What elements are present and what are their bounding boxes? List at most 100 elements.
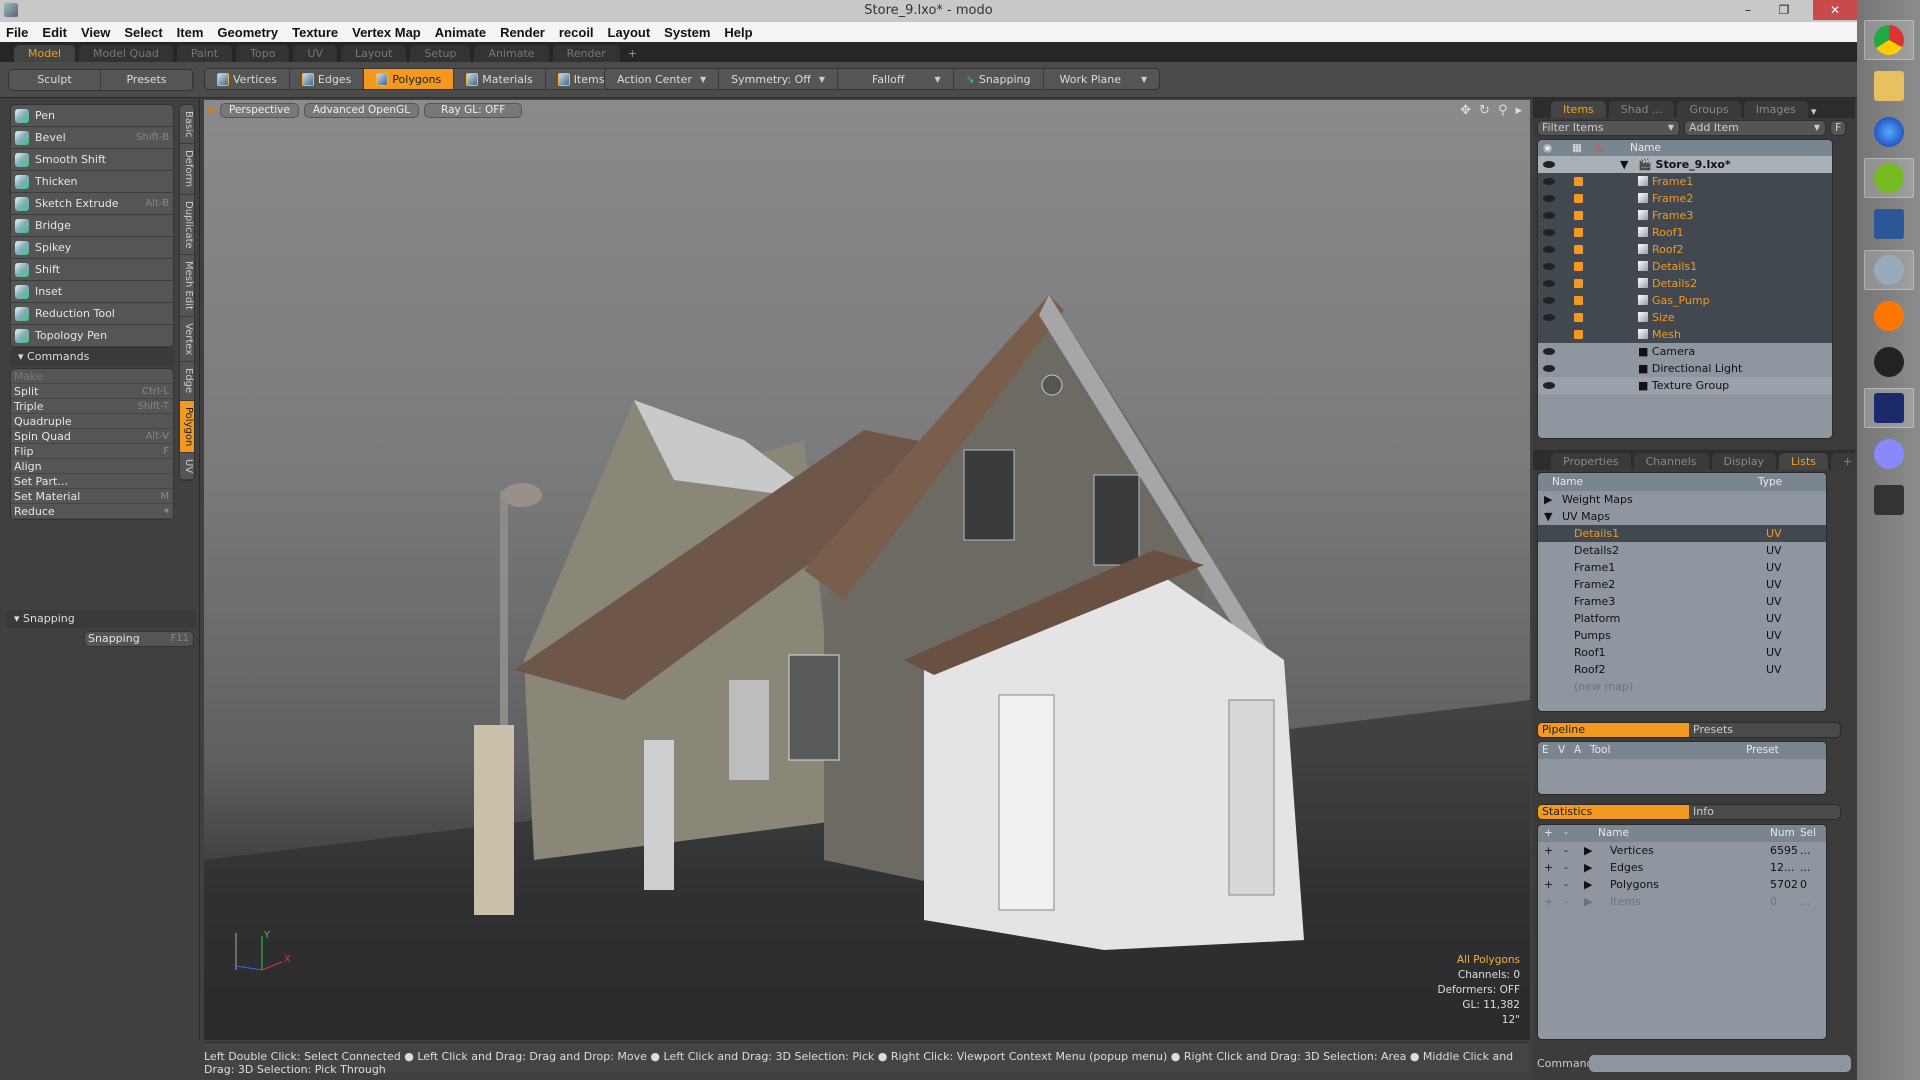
lock-icon[interactable] bbox=[1574, 211, 1583, 220]
tool-bevel[interactable]: Bevel Shift-B bbox=[11, 127, 173, 149]
menu-view[interactable]: View bbox=[81, 25, 110, 40]
taskbar-button[interactable] bbox=[1864, 480, 1914, 520]
taskbar-button[interactable] bbox=[1863, 20, 1914, 60]
taskbar-button[interactable] bbox=[1864, 434, 1914, 474]
lock-icon[interactable] bbox=[1574, 245, 1583, 254]
remove-selection-button[interactable]: - bbox=[1564, 859, 1568, 876]
3d-viewport[interactable]: Y X Perspective Advanced OpenGL Ray GL: … bbox=[204, 100, 1530, 1040]
menu-layout[interactable]: Layout bbox=[608, 25, 651, 40]
category-tab-edge[interactable]: Edge bbox=[180, 362, 194, 401]
more-tabs-chevron-icon[interactable]: ▾ bbox=[1811, 105, 1817, 118]
add-item-dropdown[interactable]: Add Item ▼ bbox=[1684, 120, 1826, 136]
taskbar-button[interactable] bbox=[1864, 112, 1914, 152]
tool-thicken[interactable]: Thicken bbox=[11, 171, 173, 193]
scene-item-row[interactable]: ■ Camera bbox=[1538, 343, 1832, 360]
add-layout-tab-button[interactable]: + bbox=[624, 45, 641, 62]
layout-tab-topo[interactable]: Topo bbox=[236, 45, 290, 62]
uv-map-row[interactable]: Roof2 UV bbox=[1538, 661, 1826, 678]
layout-tab-setup[interactable]: Setup bbox=[410, 45, 471, 62]
add-selection-button[interactable]: + bbox=[1544, 859, 1553, 876]
snapping-header[interactable]: ▾ Snapping bbox=[6, 610, 196, 628]
lock-icon[interactable] bbox=[1574, 330, 1583, 339]
statistics-row[interactable]: + - ▶ Items 0... bbox=[1538, 893, 1826, 910]
menu-help[interactable]: Help bbox=[724, 25, 752, 40]
add-selection-button[interactable]: + bbox=[1544, 842, 1553, 859]
uv-map-row[interactable]: Details1 UV bbox=[1538, 525, 1826, 542]
command-triple[interactable]: Triple Shift-T bbox=[11, 399, 173, 414]
mesh-item-row[interactable]: Details1 bbox=[1538, 258, 1832, 275]
scene-item-row[interactable]: ■ Directional Light bbox=[1538, 360, 1832, 377]
action-center-dropdown[interactable]: Action Center ▼ bbox=[605, 69, 720, 89]
mesh-item-row[interactable]: Size bbox=[1538, 309, 1832, 326]
properties-tab-properties[interactable]: Properties bbox=[1551, 453, 1631, 470]
eye-icon[interactable] bbox=[1543, 263, 1555, 270]
tool-smooth-shift[interactable]: Smooth Shift bbox=[11, 149, 173, 171]
menu-texture[interactable]: Texture bbox=[292, 25, 338, 40]
restore-button[interactable]: ❐ bbox=[1767, 0, 1801, 20]
add-selection-button[interactable]: + bbox=[1544, 876, 1553, 893]
command-set-material[interactable]: Set Material M bbox=[11, 489, 173, 504]
weight-maps-group[interactable]: ▶ Weight Maps bbox=[1538, 491, 1826, 508]
symmetry-dropdown[interactable]: Symmetry: Off ▼ bbox=[719, 69, 838, 89]
view-type-button[interactable]: Perspective bbox=[220, 103, 299, 118]
command-split[interactable]: Split Ctrl-L bbox=[11, 384, 173, 399]
command-quadruple[interactable]: Quadruple bbox=[11, 414, 173, 429]
snapping-toggle[interactable]: ➘ Snapping bbox=[954, 69, 1044, 89]
category-tab-mesh-edit[interactable]: Mesh Edit bbox=[180, 255, 194, 318]
pipeline-tab-pipeline[interactable]: Pipeline bbox=[1538, 723, 1689, 737]
category-tab-polygon[interactable]: Polygon bbox=[180, 400, 194, 453]
uv-maps-group[interactable]: ▼ UV Maps bbox=[1538, 508, 1826, 525]
sculpt-button[interactable]: Sculpt bbox=[9, 70, 101, 90]
taskbar-button[interactable] bbox=[1863, 250, 1914, 290]
uv-map-row[interactable]: Frame3 UV bbox=[1538, 593, 1826, 610]
category-tab-deform[interactable]: Deform bbox=[180, 144, 194, 195]
mesh-item-row[interactable]: Roof1 bbox=[1538, 224, 1832, 241]
eye-icon[interactable] bbox=[1543, 348, 1555, 355]
eye-icon[interactable] bbox=[1543, 246, 1555, 253]
command-set-part-[interactable]: Set Part… bbox=[11, 474, 173, 489]
pan-icon[interactable]: ✥ bbox=[1460, 103, 1471, 118]
lock-icon[interactable] bbox=[1574, 228, 1583, 237]
mesh-item-row[interactable]: Frame2 bbox=[1538, 190, 1832, 207]
command-flip[interactable]: Flip F bbox=[11, 444, 173, 459]
uv-map-row[interactable]: Frame2 UV bbox=[1538, 576, 1826, 593]
layout-tab-model[interactable]: Model bbox=[14, 45, 76, 62]
tool-pen[interactable]: Pen bbox=[11, 105, 173, 127]
rotate-icon[interactable]: ↻ bbox=[1479, 103, 1490, 118]
layout-tab-animate[interactable]: Animate bbox=[474, 45, 549, 62]
layout-tab-layout[interactable]: Layout bbox=[341, 45, 407, 62]
properties-tab-display[interactable]: Display bbox=[1711, 453, 1777, 470]
taskbar-button[interactable] bbox=[1864, 342, 1914, 382]
filter-items-dropdown[interactable]: Filter Items ▼ bbox=[1537, 120, 1680, 136]
statistics-row[interactable]: + - ▶ Vertices 6595... bbox=[1538, 842, 1826, 859]
uv-map-row[interactable]: Frame1 UV bbox=[1538, 559, 1826, 576]
snapping-button[interactable]: Snapping F11 bbox=[84, 631, 194, 647]
properties-tab-lists[interactable]: Lists bbox=[1779, 453, 1829, 470]
expand-arrow-icon[interactable]: ▸ bbox=[1515, 103, 1522, 118]
close-button[interactable]: ✕ bbox=[1813, 0, 1857, 20]
expand-triangle-icon[interactable]: ▶ bbox=[1584, 893, 1592, 910]
remove-selection-button[interactable]: - bbox=[1564, 842, 1568, 859]
layout-tab-model-quad[interactable]: Model Quad bbox=[79, 45, 173, 62]
eye-icon[interactable] bbox=[1543, 178, 1555, 185]
scene-item-row[interactable]: ■ Texture Group bbox=[1538, 377, 1832, 394]
taskbar-button[interactable] bbox=[1864, 296, 1914, 336]
tool-topology-pen[interactable]: Topology Pen bbox=[11, 325, 173, 347]
items-tab-items[interactable]: Items bbox=[1551, 101, 1606, 118]
menu-recoil[interactable]: recoil bbox=[559, 25, 594, 40]
eye-icon[interactable] bbox=[1543, 382, 1555, 389]
menu-select[interactable]: Select bbox=[124, 25, 162, 40]
remove-selection-button[interactable]: - bbox=[1564, 876, 1568, 893]
lock-icon[interactable] bbox=[1574, 279, 1583, 288]
expand-triangle-icon[interactable]: ▶ bbox=[1584, 876, 1592, 893]
command-spin-quad[interactable]: Spin Quad Alt-V bbox=[11, 429, 173, 444]
layout-tab-render[interactable]: Render bbox=[552, 45, 620, 62]
properties-tab-channels[interactable]: Channels bbox=[1633, 453, 1709, 470]
expand-triangle-icon[interactable]: ▶ bbox=[1584, 859, 1592, 876]
zoom-icon[interactable]: ⚲ bbox=[1498, 103, 1508, 118]
mesh-item-row[interactable]: Roof2 bbox=[1538, 241, 1832, 258]
select-mode-polygons[interactable]: Polygons bbox=[364, 69, 455, 89]
taskbar-button[interactable] bbox=[1864, 204, 1914, 244]
tool-shift[interactable]: Shift bbox=[11, 259, 173, 281]
eye-icon[interactable] bbox=[1543, 365, 1555, 372]
